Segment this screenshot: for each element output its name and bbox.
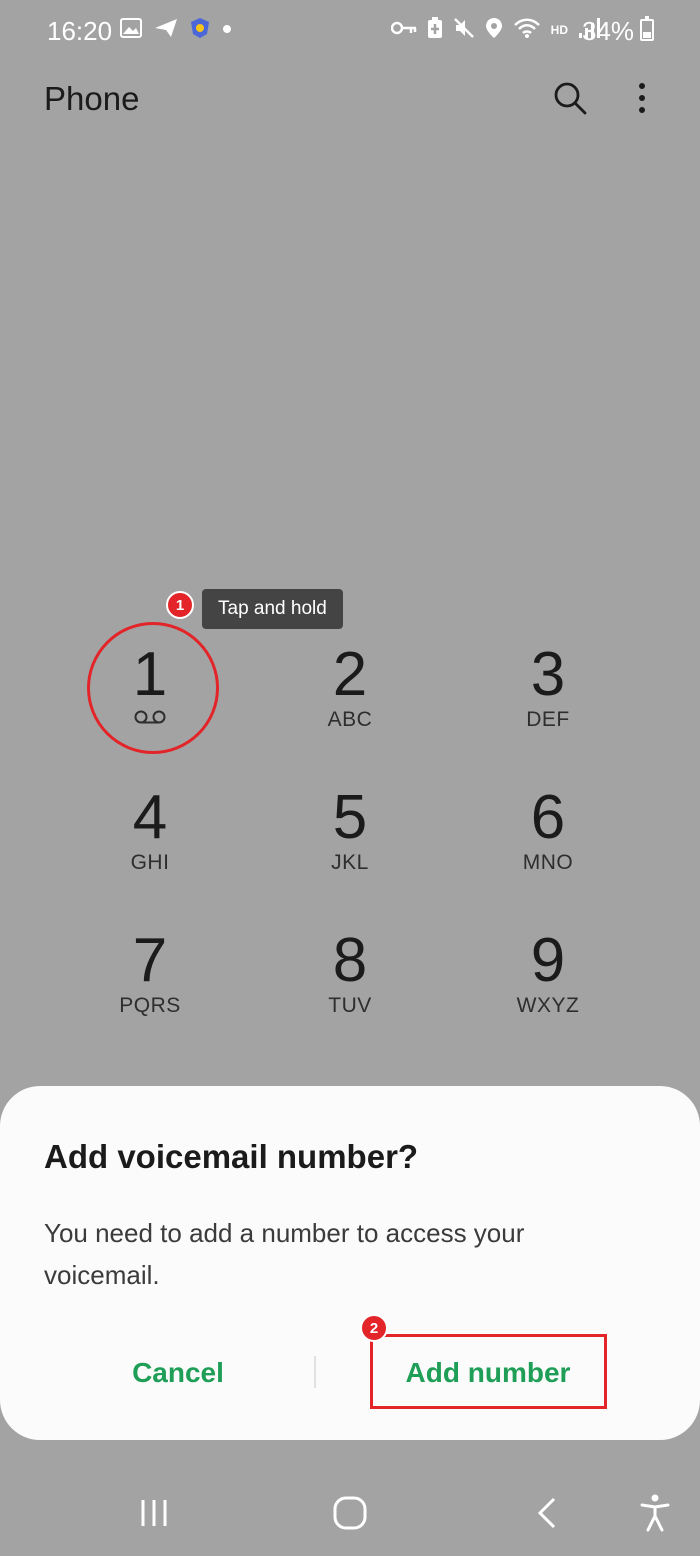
back-icon <box>536 1497 558 1534</box>
accessibility-button[interactable] <box>630 1490 680 1540</box>
dialpad-key-4[interactable]: 4 GHI <box>52 783 248 923</box>
battery-saver-icon <box>427 16 443 44</box>
key-digit: 2 <box>332 640 368 709</box>
key-letters: TUV <box>328 994 372 1017</box>
battery-percent: 34% <box>581 16 634 46</box>
dialpad-key-2[interactable]: 2 ABC <box>252 640 448 780</box>
key-digit: 3 <box>530 640 566 709</box>
dialpad-key-8[interactable]: 8 TUV <box>252 926 448 1066</box>
home-button[interactable] <box>325 1490 375 1540</box>
cancel-button[interactable]: Cancel <box>40 1338 316 1408</box>
dialpad-key-7[interactable]: 7 PQRS <box>52 926 248 1066</box>
dot-icon <box>222 21 232 39</box>
dialpad-key-3[interactable]: 3 DEF <box>450 640 646 780</box>
status-right-icons: HD <box>390 16 600 44</box>
gallery-icon <box>120 17 142 43</box>
key-letters: WXYZ <box>516 994 580 1017</box>
key-icon <box>390 20 417 41</box>
step-2-badge: 2 <box>360 1314 388 1342</box>
navigation-bar <box>0 1470 700 1556</box>
back-button[interactable] <box>522 1490 572 1540</box>
search-button[interactable] <box>548 78 592 122</box>
step-1-badge: 1 <box>166 591 194 619</box>
dialog-message: You need to add a number to access your … <box>44 1218 525 1290</box>
more-options-icon <box>637 82 647 119</box>
recent-apps-button[interactable] <box>129 1490 179 1540</box>
key-digit: 6 <box>530 783 566 852</box>
status-bar: 16:20 HD 34% <box>0 0 700 60</box>
key-letters: MNO <box>522 851 574 874</box>
key-letters: GHI <box>130 851 170 874</box>
battery-icon <box>640 16 654 41</box>
key-digit: 4 <box>132 783 168 852</box>
location-icon <box>485 17 503 44</box>
key-letters: PQRS <box>119 994 181 1017</box>
dialpad-key-9[interactable]: 9 WXYZ <box>450 926 646 1066</box>
home-icon <box>333 1496 367 1535</box>
app-title: Phone <box>44 80 140 117</box>
key-letters: JKL <box>331 851 369 874</box>
mute-icon <box>453 17 475 44</box>
key-digit: 9 <box>530 926 566 995</box>
dialpad-key-6[interactable]: 6 MNO <box>450 783 646 923</box>
button-divider <box>314 1356 316 1388</box>
dialpad-key-5[interactable]: 5 JKL <box>252 783 448 923</box>
dialog-title: Add voicemail number? <box>44 1138 419 1175</box>
key-digit: 7 <box>132 926 168 995</box>
recent-apps-icon <box>139 1498 169 1533</box>
key-letters: ABC <box>327 708 373 731</box>
status-left-icons <box>120 16 232 44</box>
network-type-label: HD <box>550 23 568 37</box>
key-digit: 5 <box>332 783 368 852</box>
key-letters: DEF <box>526 708 570 731</box>
wifi-icon <box>513 17 541 44</box>
send-icon <box>154 18 178 43</box>
search-icon <box>553 81 587 120</box>
tap-and-hold-tooltip: Tap and hold <box>202 589 343 629</box>
highlight-circle <box>87 622 219 754</box>
key-digit: 8 <box>332 926 368 995</box>
highlight-rectangle <box>370 1334 607 1409</box>
status-time: 16:20 <box>47 16 113 46</box>
accessibility-icon <box>639 1494 671 1537</box>
shield-icon <box>190 17 210 44</box>
more-options-button[interactable] <box>620 78 664 122</box>
